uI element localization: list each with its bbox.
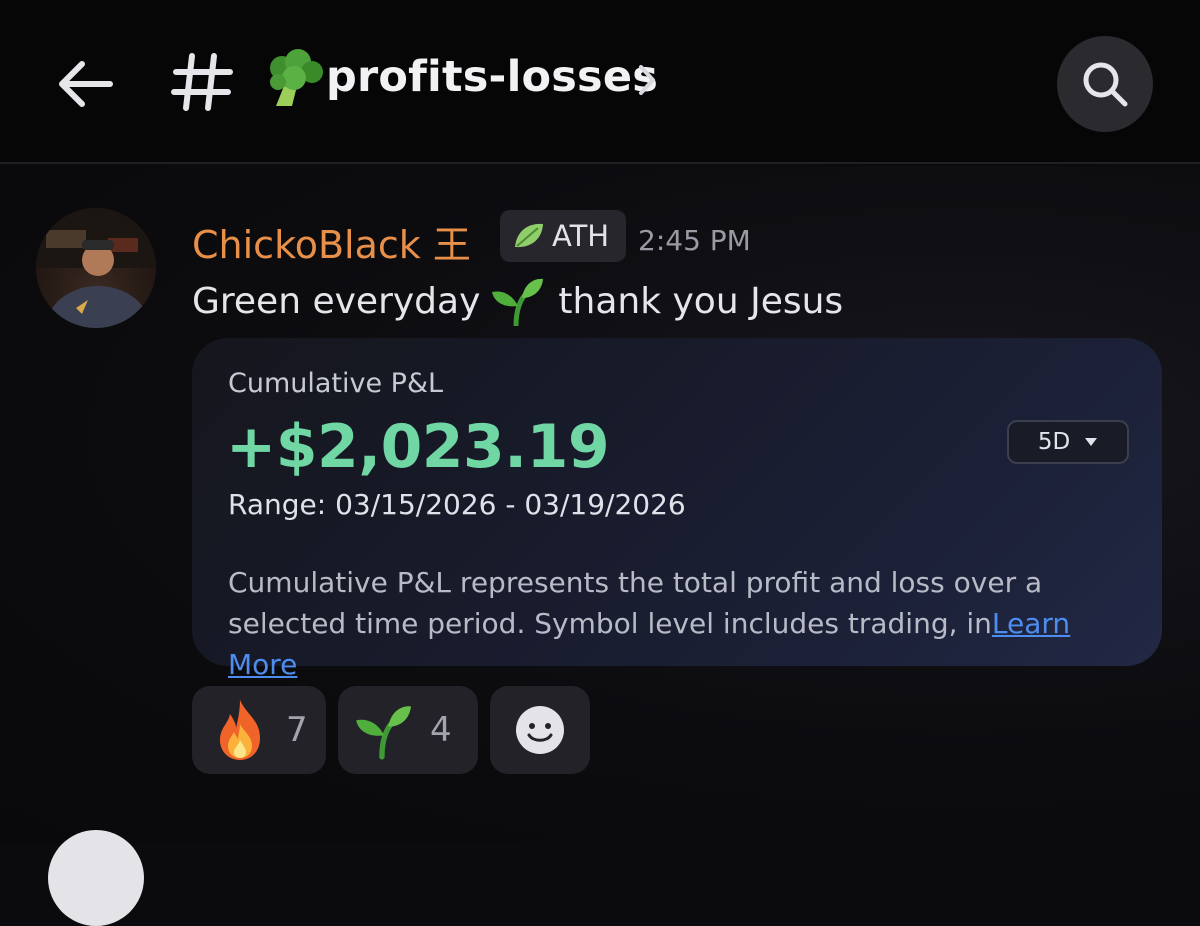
search-icon [1083, 62, 1128, 107]
reaction-count: 7 [286, 710, 308, 750]
role-badge[interactable]: ATH [500, 210, 626, 262]
reaction-seedling[interactable]: 4 [338, 686, 478, 774]
period-value: 5D [1037, 429, 1071, 455]
chevron-right-icon[interactable] [636, 62, 660, 98]
message-text: Green everyday thank you Jesus [192, 276, 844, 329]
next-message-avatar[interactable] [48, 830, 144, 926]
pnl-amount: +$2,023.19 [226, 412, 610, 482]
reaction-fire[interactable]: 7 [192, 686, 326, 774]
message-text-part-1: Green everyday [192, 280, 481, 322]
channel-name[interactable]: profits-losses [326, 52, 658, 102]
back-button[interactable] [52, 52, 116, 116]
fire-emoji [220, 700, 260, 760]
pnl-card[interactable]: Cumulative P&L +$2,023.19 5D Range: 03/1… [192, 338, 1162, 681]
pnl-description-text: Cumulative P&L represents the total prof… [228, 566, 1043, 640]
author-name[interactable]: ChickoBlack 王 [192, 214, 471, 269]
channel-header: profits-losses [0, 0, 1200, 164]
broccoli-emoji [262, 46, 326, 110]
message-timestamp: 2:45 PM [638, 224, 751, 257]
pnl-description: Cumulative P&L represents the total prof… [228, 562, 1138, 685]
caret-down-icon [1085, 438, 1098, 446]
seedling-emoji [356, 706, 411, 760]
search-button[interactable] [1057, 36, 1153, 132]
arrow-left-icon [59, 61, 113, 107]
pnl-title: Cumulative P&L [228, 368, 444, 399]
role-badge-label: ATH [552, 219, 610, 253]
pnl-range: Range: 03/15/2026 - 03/19/2026 [228, 488, 686, 521]
avatar[interactable] [36, 208, 156, 328]
hash-icon [170, 50, 234, 114]
reaction-count: 4 [430, 710, 452, 750]
message-feed: ChickoBlack 王 ATH 2:45 PM Green everyday… [0, 166, 1200, 926]
add-reaction-button[interactable] [490, 686, 590, 774]
message-text-part-2: thank you Jesus [558, 280, 844, 322]
leaf-icon [515, 223, 543, 248]
seedling-emoji [490, 276, 544, 329]
period-select[interactable]: 5D [1007, 420, 1129, 464]
add-reaction-icon [516, 706, 564, 754]
